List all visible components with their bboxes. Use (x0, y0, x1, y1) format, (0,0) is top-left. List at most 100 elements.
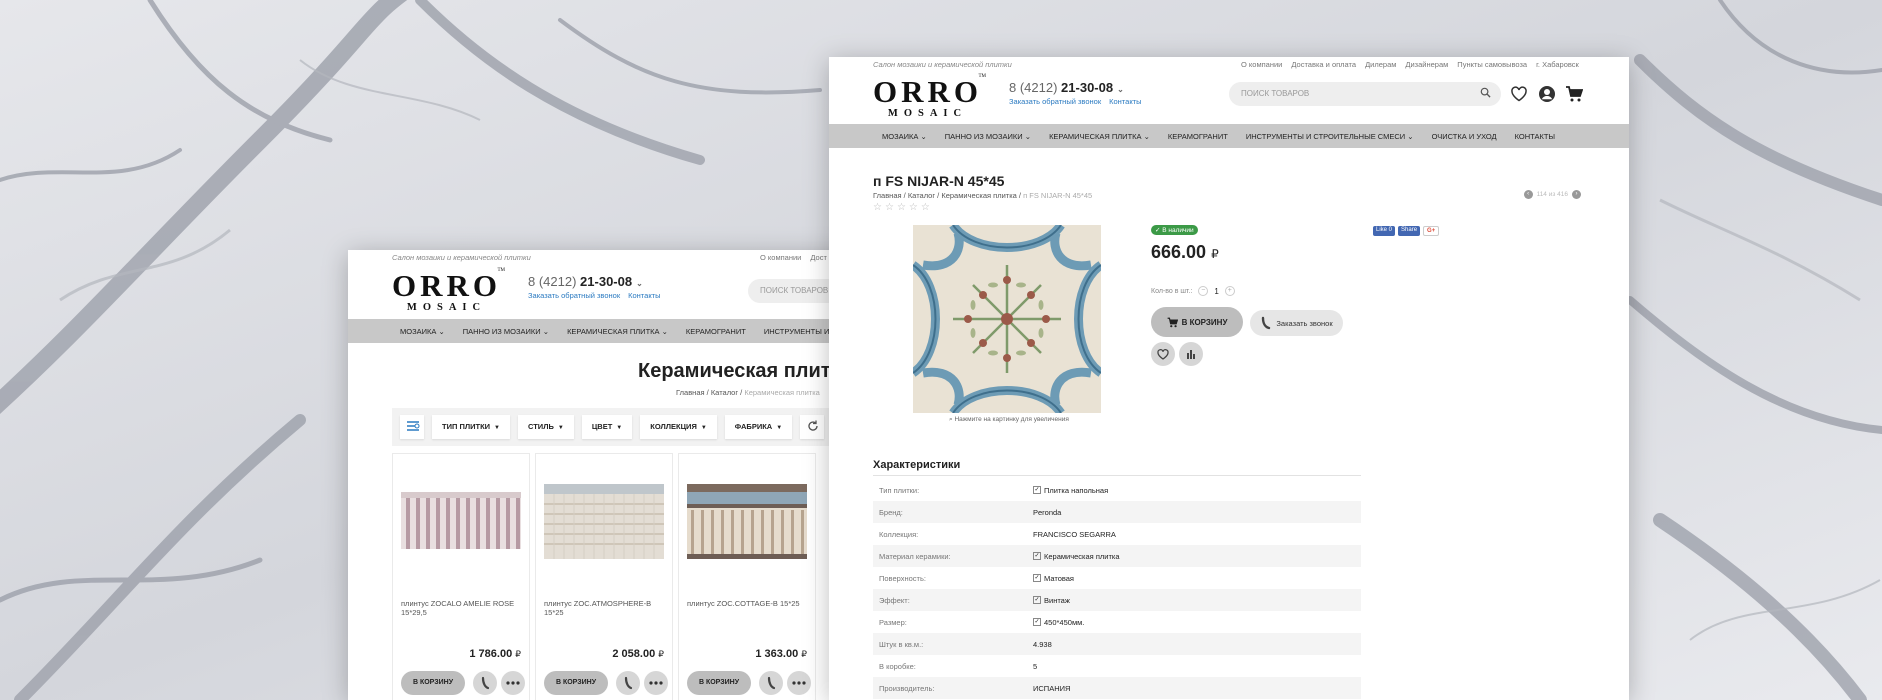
breadcrumb-catalog[interactable]: Каталог (711, 388, 738, 397)
user-icon[interactable] (1538, 85, 1556, 103)
product-name[interactable]: плинтус ZOCALO AMELIE ROSE 15*29,5 (401, 599, 526, 617)
nav-item-tiles[interactable]: КЕРАМИЧЕСКАЯ ПЛИТКА ⌄ (567, 327, 668, 336)
heart-icon (1157, 349, 1169, 360)
nav-item-mosaic[interactable]: МОЗАИКА ⌄ (400, 327, 445, 336)
star-icon[interactable]: ☆ (909, 202, 918, 213)
breadcrumb: Главная / Каталог / Керамическая плитка (676, 388, 820, 397)
chevron-down-icon[interactable]: ⌄ (1117, 85, 1124, 94)
next-icon[interactable]: › (1572, 190, 1581, 199)
more-icon[interactable] (787, 671, 811, 695)
product-card[interactable]: плинтус ZOCALO AMELIE ROSE 15*29,5 1 786… (392, 453, 530, 700)
filter-tile-type[interactable]: ТИП ПЛИТКИ ▼ (432, 415, 510, 439)
check-icon: ✓ (1033, 486, 1041, 494)
add-to-cart-button[interactable]: В КОРЗИНУ (1151, 307, 1243, 337)
breadcrumb-category[interactable]: Керамическая плитка (941, 191, 1017, 200)
breadcrumb-home[interactable]: Главная (676, 388, 705, 397)
nav-item-panels[interactable]: ПАННО ИЗ МОЗАИКИ ⌄ (945, 132, 1031, 141)
callback-link[interactable]: Заказать обратный звонок (528, 291, 620, 300)
search-icon[interactable] (1480, 87, 1491, 98)
check-icon: ✓ (1033, 618, 1041, 626)
filter-color[interactable]: ЦВЕТ ▼ (581, 415, 633, 439)
top-link-delivery[interactable]: Доставка и оплата (1291, 60, 1356, 69)
nav-item-contacts[interactable]: КОНТАКТЫ (1515, 132, 1555, 141)
cart-icon[interactable] (1565, 85, 1583, 103)
phone-block: 8 (4212) 21-30-08 ⌄ Заказать обратный зво… (1009, 80, 1142, 106)
pager-text: 114 из 416 (1536, 191, 1568, 198)
star-icon[interactable]: ☆ (885, 202, 894, 213)
rating-stars[interactable]: ☆ ☆ ☆ ☆ ☆ (873, 202, 930, 213)
phone-icon[interactable] (473, 671, 497, 695)
plus-icon[interactable]: + (1224, 286, 1235, 296)
table-row: Производитель: ИСПАНИЯ (873, 677, 1361, 699)
add-to-cart-button[interactable]: В КОРЗИНУ (544, 671, 608, 695)
nav-item-porcelain[interactable]: КЕРАМОГРАНИТ (686, 327, 746, 336)
order-call-button[interactable]: Заказать звонок (1250, 310, 1343, 336)
star-icon[interactable]: ☆ (897, 202, 906, 213)
star-icon[interactable]: ☆ (921, 202, 930, 213)
more-icon[interactable] (501, 671, 525, 695)
main-nav: МОЗАИКА ⌄ ПАННО ИЗ МОЗАИКИ ⌄ КЕРАМИЧЕСКА… (348, 319, 860, 343)
table-row: Тип плитки: ✓ Плитка напольная (879, 485, 1109, 495)
reset-icon[interactable] (800, 415, 825, 439)
site-logo[interactable]: ORRO MOSAIC TM (873, 74, 986, 119)
breadcrumb-home[interactable]: Главная (873, 191, 902, 200)
top-link-about[interactable]: О компании (1241, 60, 1282, 69)
fb-share-button[interactable]: Share (1398, 226, 1421, 236)
top-bar: Салон мозаики и керамической плитки О ко… (829, 57, 1629, 70)
phone-number[interactable]: 8 (4212) 21-30-08 ⌄ (528, 274, 661, 289)
heart-icon[interactable] (1510, 85, 1528, 103)
chevron-down-icon[interactable]: ⌄ (636, 279, 643, 288)
star-icon[interactable]: ☆ (873, 202, 882, 213)
product-image[interactable] (687, 484, 807, 559)
top-link-about[interactable]: О компании (760, 253, 801, 262)
product-card[interactable]: плинтус ZOC.COTTAGE-B 15*25 1 363.00 ₽ В… (678, 453, 816, 700)
nav-item-tools[interactable]: ИНСТРУМЕНТЫ И СТРОИТЕЛЬНЫЕ СМЕСИ ⌄ (1246, 132, 1414, 141)
filter-icon[interactable] (400, 415, 424, 439)
product-image[interactable] (544, 484, 664, 559)
top-link-city[interactable]: г. Хабаровск (1536, 60, 1579, 69)
wishlist-button[interactable] (1151, 342, 1175, 366)
gplus-button[interactable]: G+ (1423, 226, 1440, 236)
phone-number[interactable]: 8 (4212) 21-30-08 ⌄ (1009, 80, 1142, 95)
divider (873, 475, 1361, 476)
product-image[interactable] (401, 484, 521, 559)
top-link-pickup[interactable]: Пункты самовывоза (1457, 60, 1527, 69)
product-name[interactable]: плинтус ZOC.COTTAGE-B 15*25 (687, 599, 812, 608)
prev-icon[interactable]: ‹ (1523, 190, 1533, 199)
add-to-cart-button[interactable]: В КОРЗИНУ (687, 671, 751, 695)
nav-item-panels[interactable]: ПАННО ИЗ МОЗАИКИ ⌄ (463, 327, 549, 336)
top-link-dealers[interactable]: Дилерам (1365, 60, 1396, 69)
product-image[interactable] (913, 225, 1101, 413)
product-card[interactable]: плинтус ZOC.ATMOSPHERE-B 15*25 2 058.00 … (535, 453, 673, 700)
site-logo[interactable]: ORRO MOSAIC TM (392, 268, 505, 313)
nav-item-porcelain[interactable]: КЕРАМОГРАНИТ (1168, 132, 1228, 141)
nav-item-tiles[interactable]: КЕРАМИЧЕСКАЯ ПЛИТКА ⌄ (1049, 132, 1150, 141)
compare-button[interactable] (1179, 342, 1203, 366)
fb-like-button[interactable]: Like 0 (1373, 226, 1396, 236)
filter-collection[interactable]: КОЛЛЕКЦИЯ ▼ (640, 415, 717, 439)
phone-icon[interactable] (616, 671, 640, 695)
nav-item-mosaic[interactable]: МОЗАИКА ⌄ (882, 132, 927, 141)
filter-factory[interactable]: ФАБРИКА ▼ (724, 415, 793, 439)
nav-item-cleaning[interactable]: ОЧИСТКА И УХОД (1432, 132, 1497, 141)
table-row: Эффект: ✓ Винтаж (873, 589, 1361, 611)
quantity-value[interactable]: 1 (1214, 287, 1218, 296)
more-icon[interactable] (644, 671, 668, 695)
top-link-delivery[interactable]: Дост (810, 253, 827, 262)
contacts-link[interactable]: Контакты (1109, 97, 1141, 106)
compare-icon (1187, 350, 1195, 359)
search-input[interactable]: ПОИСК ТОВАРОВ (1229, 82, 1501, 106)
add-to-cart-button[interactable]: В КОРЗИНУ (401, 671, 465, 695)
top-link-designers[interactable]: Дизайнерам (1405, 60, 1448, 69)
phone-icon[interactable] (759, 671, 783, 695)
site-header: ORRO MOSAIC TM 8 (4212) 21-30-08 ⌄ Заказа… (348, 263, 860, 319)
breadcrumb-catalog[interactable]: Каталог (908, 191, 935, 200)
top-bar: Салон мозаики и керамической плитки О ко… (348, 250, 860, 263)
check-icon: ✓ (1033, 574, 1041, 582)
product-price: 1 363.00 ₽ (755, 648, 807, 660)
product-name[interactable]: плинтус ZOC.ATMOSPHERE-B 15*25 (544, 599, 669, 617)
filter-style[interactable]: СТИЛЬ ▼ (518, 415, 574, 439)
minus-icon[interactable]: − (1198, 286, 1209, 296)
callback-link[interactable]: Заказать обратный звонок (1009, 97, 1101, 106)
contacts-link[interactable]: Контакты (628, 291, 660, 300)
